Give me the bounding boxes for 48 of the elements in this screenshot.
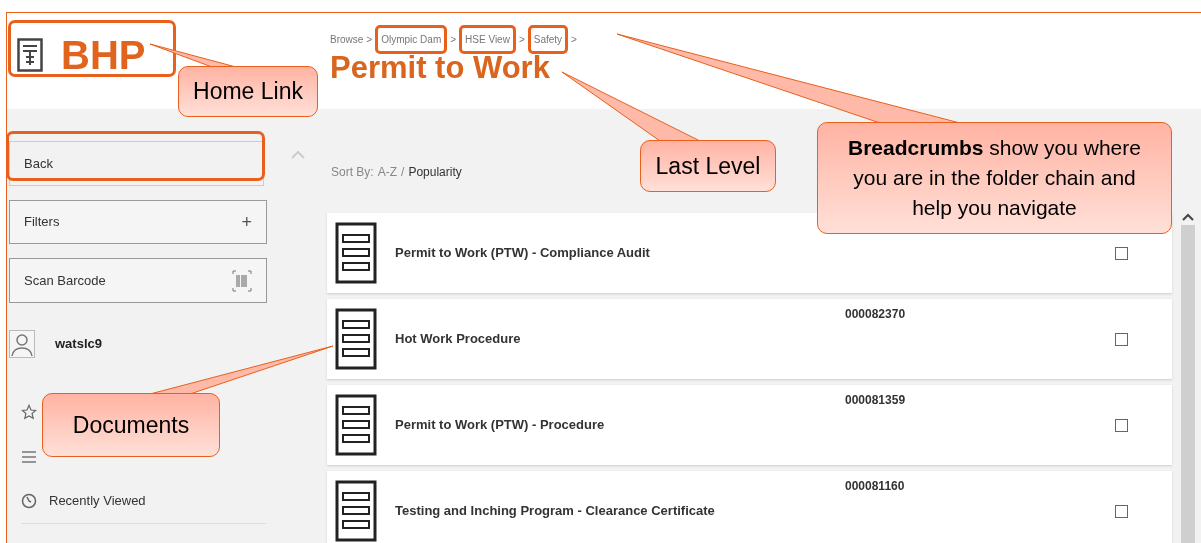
document-icon [335, 222, 377, 284]
document-icon [335, 480, 377, 542]
page-title: Permit to Work [330, 51, 551, 85]
scan-barcode-button[interactable]: Scan Barcode [9, 258, 267, 303]
logo-icon[interactable] [17, 38, 43, 72]
sort-option[interactable]: Popularity [408, 163, 462, 181]
star-icon[interactable] [21, 404, 37, 420]
breadcrumb-link[interactable]: Browse [330, 31, 364, 47]
breadcrumb-link[interactable]: Olympic Dam [381, 33, 442, 45]
annotation-tooltip: Breadcrumbs show you where you are in the folder chain and help you navigate [817, 122, 1172, 234]
filters-button[interactable]: Filters + [9, 200, 267, 244]
barcode-icon [232, 269, 252, 292]
breadcrumb-separator: > [366, 32, 373, 47]
document-title: Permit to Work (PTW) - Procedure [395, 416, 606, 435]
scroll-up-icon[interactable] [1182, 213, 1194, 221]
highlight-frame [527, 24, 569, 54]
annotation-tooltip: Home Link [178, 66, 318, 117]
breadcrumb-separator: > [571, 32, 577, 47]
document-row[interactable]: Testing and Inching Program - Clearance Certificate 000081160 [327, 471, 1172, 543]
breadcrumb-link[interactable]: Safety [533, 33, 563, 45]
document-row[interactable]: Hot Work Procedure 000082370 [327, 299, 1172, 379]
scrollbar-thumb[interactable] [1181, 225, 1195, 543]
annotation-tooltip: Documents [42, 393, 220, 457]
back-button[interactable]: Back [9, 141, 264, 186]
sort-separator: / [401, 164, 405, 181]
document-icon [335, 308, 377, 370]
username: watslc9 [55, 335, 102, 354]
list-icon[interactable] [22, 451, 36, 463]
breadcrumb-separator: > [518, 32, 525, 47]
document-number: 000081359 [845, 392, 906, 409]
clock-icon [21, 492, 37, 509]
document-checkbox[interactable] [1115, 418, 1128, 432]
sort-label: Sort By: [331, 164, 374, 181]
breadcrumb-separator: > [450, 32, 457, 47]
document-number: 000081160 [845, 478, 905, 495]
document-number: 000082370 [845, 306, 906, 323]
document-checkbox[interactable] [1115, 504, 1128, 518]
breadcrumb-link[interactable]: HSE View [465, 33, 510, 45]
recently-viewed-link[interactable]: Recently Viewed [49, 491, 146, 511]
document-title: Hot Work Procedure [395, 330, 522, 349]
highlight-frame [459, 24, 516, 54]
document-title: Testing and Inching Program - Clearance Certificate [395, 502, 716, 521]
document-checkbox[interactable] [1115, 246, 1128, 260]
annotation-tooltip: Last Level [640, 140, 776, 192]
document-icon [335, 394, 377, 456]
document-row[interactable]: Permit to Work (PTW) - Procedure 000081359 [327, 385, 1172, 465]
document-title: Permit to Work (PTW) - Compliance Audit [395, 244, 651, 263]
document-checkbox[interactable] [1115, 332, 1128, 346]
